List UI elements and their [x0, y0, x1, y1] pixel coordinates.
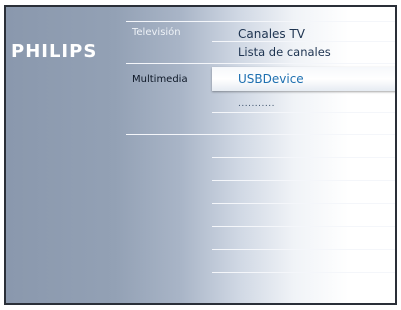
- menu-item-lista-de-canales[interactable]: Lista de canales: [238, 45, 331, 59]
- divider: [126, 63, 395, 64]
- philips-logo: PHILIPS: [11, 41, 98, 62]
- divider: [212, 203, 395, 204]
- tv-menu-screen: PHILIPS Televisión Multimedia Canales TV…: [4, 5, 397, 305]
- divider: [212, 180, 395, 181]
- divider: [126, 21, 395, 22]
- divider: [126, 134, 395, 135]
- category-television[interactable]: Televisión: [132, 27, 181, 38]
- divider: [212, 157, 395, 158]
- divider: [212, 272, 395, 273]
- menu-item-canales-tv[interactable]: Canales TV: [238, 27, 305, 41]
- category-multimedia[interactable]: Multimedia: [132, 74, 188, 85]
- usb-device-label: USBDevice: [238, 72, 304, 86]
- divider: [212, 226, 395, 227]
- menu-item-placeholder[interactable]: ...........: [238, 99, 275, 109]
- divider: [212, 41, 395, 42]
- divider: [212, 112, 395, 113]
- menu-item-usb-device[interactable]: USBDevice: [212, 67, 395, 91]
- divider: [212, 249, 395, 250]
